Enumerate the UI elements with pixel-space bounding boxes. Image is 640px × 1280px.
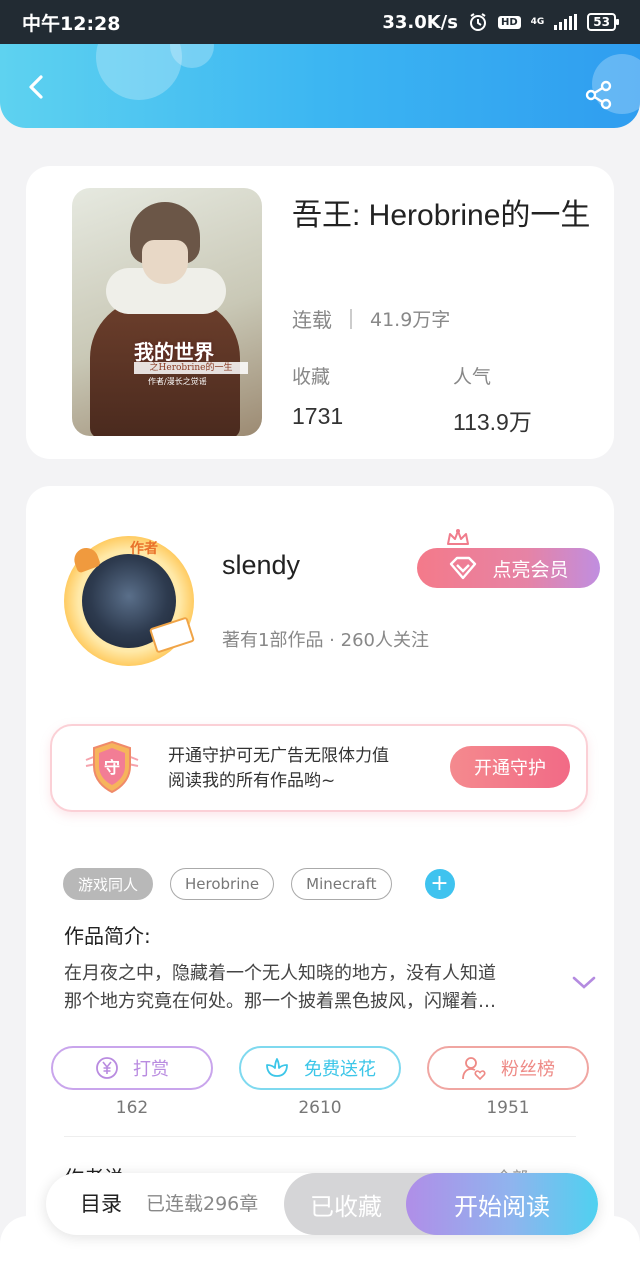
yen-coin-icon xyxy=(96,1057,118,1079)
book-cover[interactable]: 我的世界 之Herobrine的一生 作者/漫长之觉谣 xyxy=(72,188,262,436)
author-avatar[interactable]: 作者 xyxy=(64,536,196,666)
tag-game-fanfic[interactable]: 游戏同人 xyxy=(63,868,154,900)
tag-list: 游戏同人 Herobrine Minecraft + xyxy=(63,868,455,900)
vip-button[interactable]: 点亮会员 xyxy=(417,548,600,588)
status-time: 中午12:28 xyxy=(22,12,121,35)
shield-char: 守 xyxy=(104,758,120,777)
intro-text: 在月夜之中，隐藏着一个无人知晓的地方，没有人知道 那个地方究竟在何处。那一个披着… xyxy=(64,960,560,1016)
alarm-icon xyxy=(469,13,486,31)
guard-text-line1: 开通守护可无广告无限体力值 xyxy=(168,746,389,766)
hd-badge: HD xyxy=(497,15,521,29)
intro-heading: 作品简介: xyxy=(64,924,151,948)
reward-count: 162 xyxy=(115,1098,149,1118)
tag-minecraft[interactable]: Minecraft xyxy=(291,868,392,900)
meta-divider xyxy=(350,308,352,329)
flower-count: 2610 xyxy=(298,1098,342,1118)
word-count: 41.9万字 xyxy=(370,309,451,331)
guard-banner[interactable]: 守 开通守护可无广告无限体力值 阅读我的所有作品哟~ 开通守护 xyxy=(50,724,588,812)
decor-bubble xyxy=(96,44,182,100)
author-meta: 著有1部作品 · 260人关注 xyxy=(222,630,429,651)
share-icon[interactable] xyxy=(584,80,614,110)
popularity-value: 113.9万 xyxy=(453,409,532,435)
section-divider xyxy=(64,1136,576,1137)
status-bar: 中午12:28 33.0K/s HD 4G 53 xyxy=(0,0,640,44)
tag-herobrine[interactable]: Herobrine xyxy=(170,868,275,900)
bottom-action-bar: 目录 已连载296章 已收藏 开始阅读 xyxy=(46,1173,598,1235)
chevron-left-icon[interactable] xyxy=(22,72,52,102)
add-tag-icon[interactable]: + xyxy=(424,869,455,899)
network-type: 4G xyxy=(530,16,545,27)
cover-art-face xyxy=(142,240,188,284)
cover-author: 作者/漫长之觉谣 xyxy=(148,377,207,386)
serial-status: 连载 xyxy=(292,308,332,332)
favorites-value: 1731 xyxy=(292,403,344,429)
intro-line2: 那个地方究竟在何处。那一个披着黑色披风，闪耀着… xyxy=(64,991,496,1012)
cover-subtitle: 之Herobrine的一生 xyxy=(134,362,248,374)
battery-icon: 53 xyxy=(587,13,619,31)
collected-label: 已收藏 xyxy=(310,1192,382,1221)
cover-title: 我的世界 xyxy=(134,340,214,364)
crown-icon xyxy=(447,529,469,545)
chevron-down-icon[interactable] xyxy=(572,976,596,990)
send-flower-label: 免费送花 xyxy=(304,1059,376,1080)
favorites-stat: 收藏 1731 xyxy=(292,362,343,430)
reward-label: 打赏 xyxy=(133,1059,169,1080)
guard-text-line2: 阅读我的所有作品哟~ xyxy=(168,771,336,791)
author-detail-card: 作者 slendy 著有1部作品 · 260人关注 点亮会员 守 开通守护可无广… xyxy=(26,486,614,1280)
send-flower-button[interactable]: 免费送花 xyxy=(239,1046,401,1090)
author-badge: 作者 xyxy=(130,541,158,557)
vip-button-label: 点亮会员 xyxy=(492,558,569,581)
shield-icon: 守 xyxy=(85,740,139,794)
chapter-count: 已连载296章 xyxy=(146,1193,259,1215)
author-name[interactable]: slendy xyxy=(222,550,300,581)
book-info-card: 我的世界 之Herobrine的一生 作者/漫长之觉谣 吾王: Herobrin… xyxy=(26,166,614,459)
open-guard-button[interactable]: 开通守护 xyxy=(450,746,570,788)
book-title: 吾王: Herobrine的一生 xyxy=(292,199,591,232)
intro-line1: 在月夜之中，隐藏着一个无人知晓的地方，没有人知道 xyxy=(64,963,496,984)
reward-button[interactable]: 打赏 xyxy=(51,1046,213,1090)
start-reading-button[interactable]: 开始阅读 xyxy=(406,1173,598,1235)
user-heart-icon xyxy=(462,1057,486,1081)
book-meta: 连载 41.9万字 xyxy=(292,304,450,333)
fan-ranking-button[interactable]: 粉丝榜 xyxy=(427,1046,589,1090)
guard-text: 开通守护可无广告无限体力值 阅读我的所有作品哟~ xyxy=(168,744,389,794)
net-speed: 33.0K/s xyxy=(382,11,458,33)
top-header xyxy=(0,44,640,128)
fan-ranking-label: 粉丝榜 xyxy=(501,1059,555,1080)
flower-icon xyxy=(266,1058,288,1077)
popularity-label: 人气 xyxy=(453,366,492,388)
table-of-contents-button[interactable]: 目录 xyxy=(80,1173,122,1235)
favorites-label: 收藏 xyxy=(292,366,331,388)
diamond-icon xyxy=(450,556,477,580)
popularity-stat: 人气 113.9万 xyxy=(453,362,532,437)
status-indicators: 33.0K/s HD 4G 53 xyxy=(382,11,619,33)
signal-icon xyxy=(554,14,578,30)
fan-count: 1951 xyxy=(486,1098,530,1118)
